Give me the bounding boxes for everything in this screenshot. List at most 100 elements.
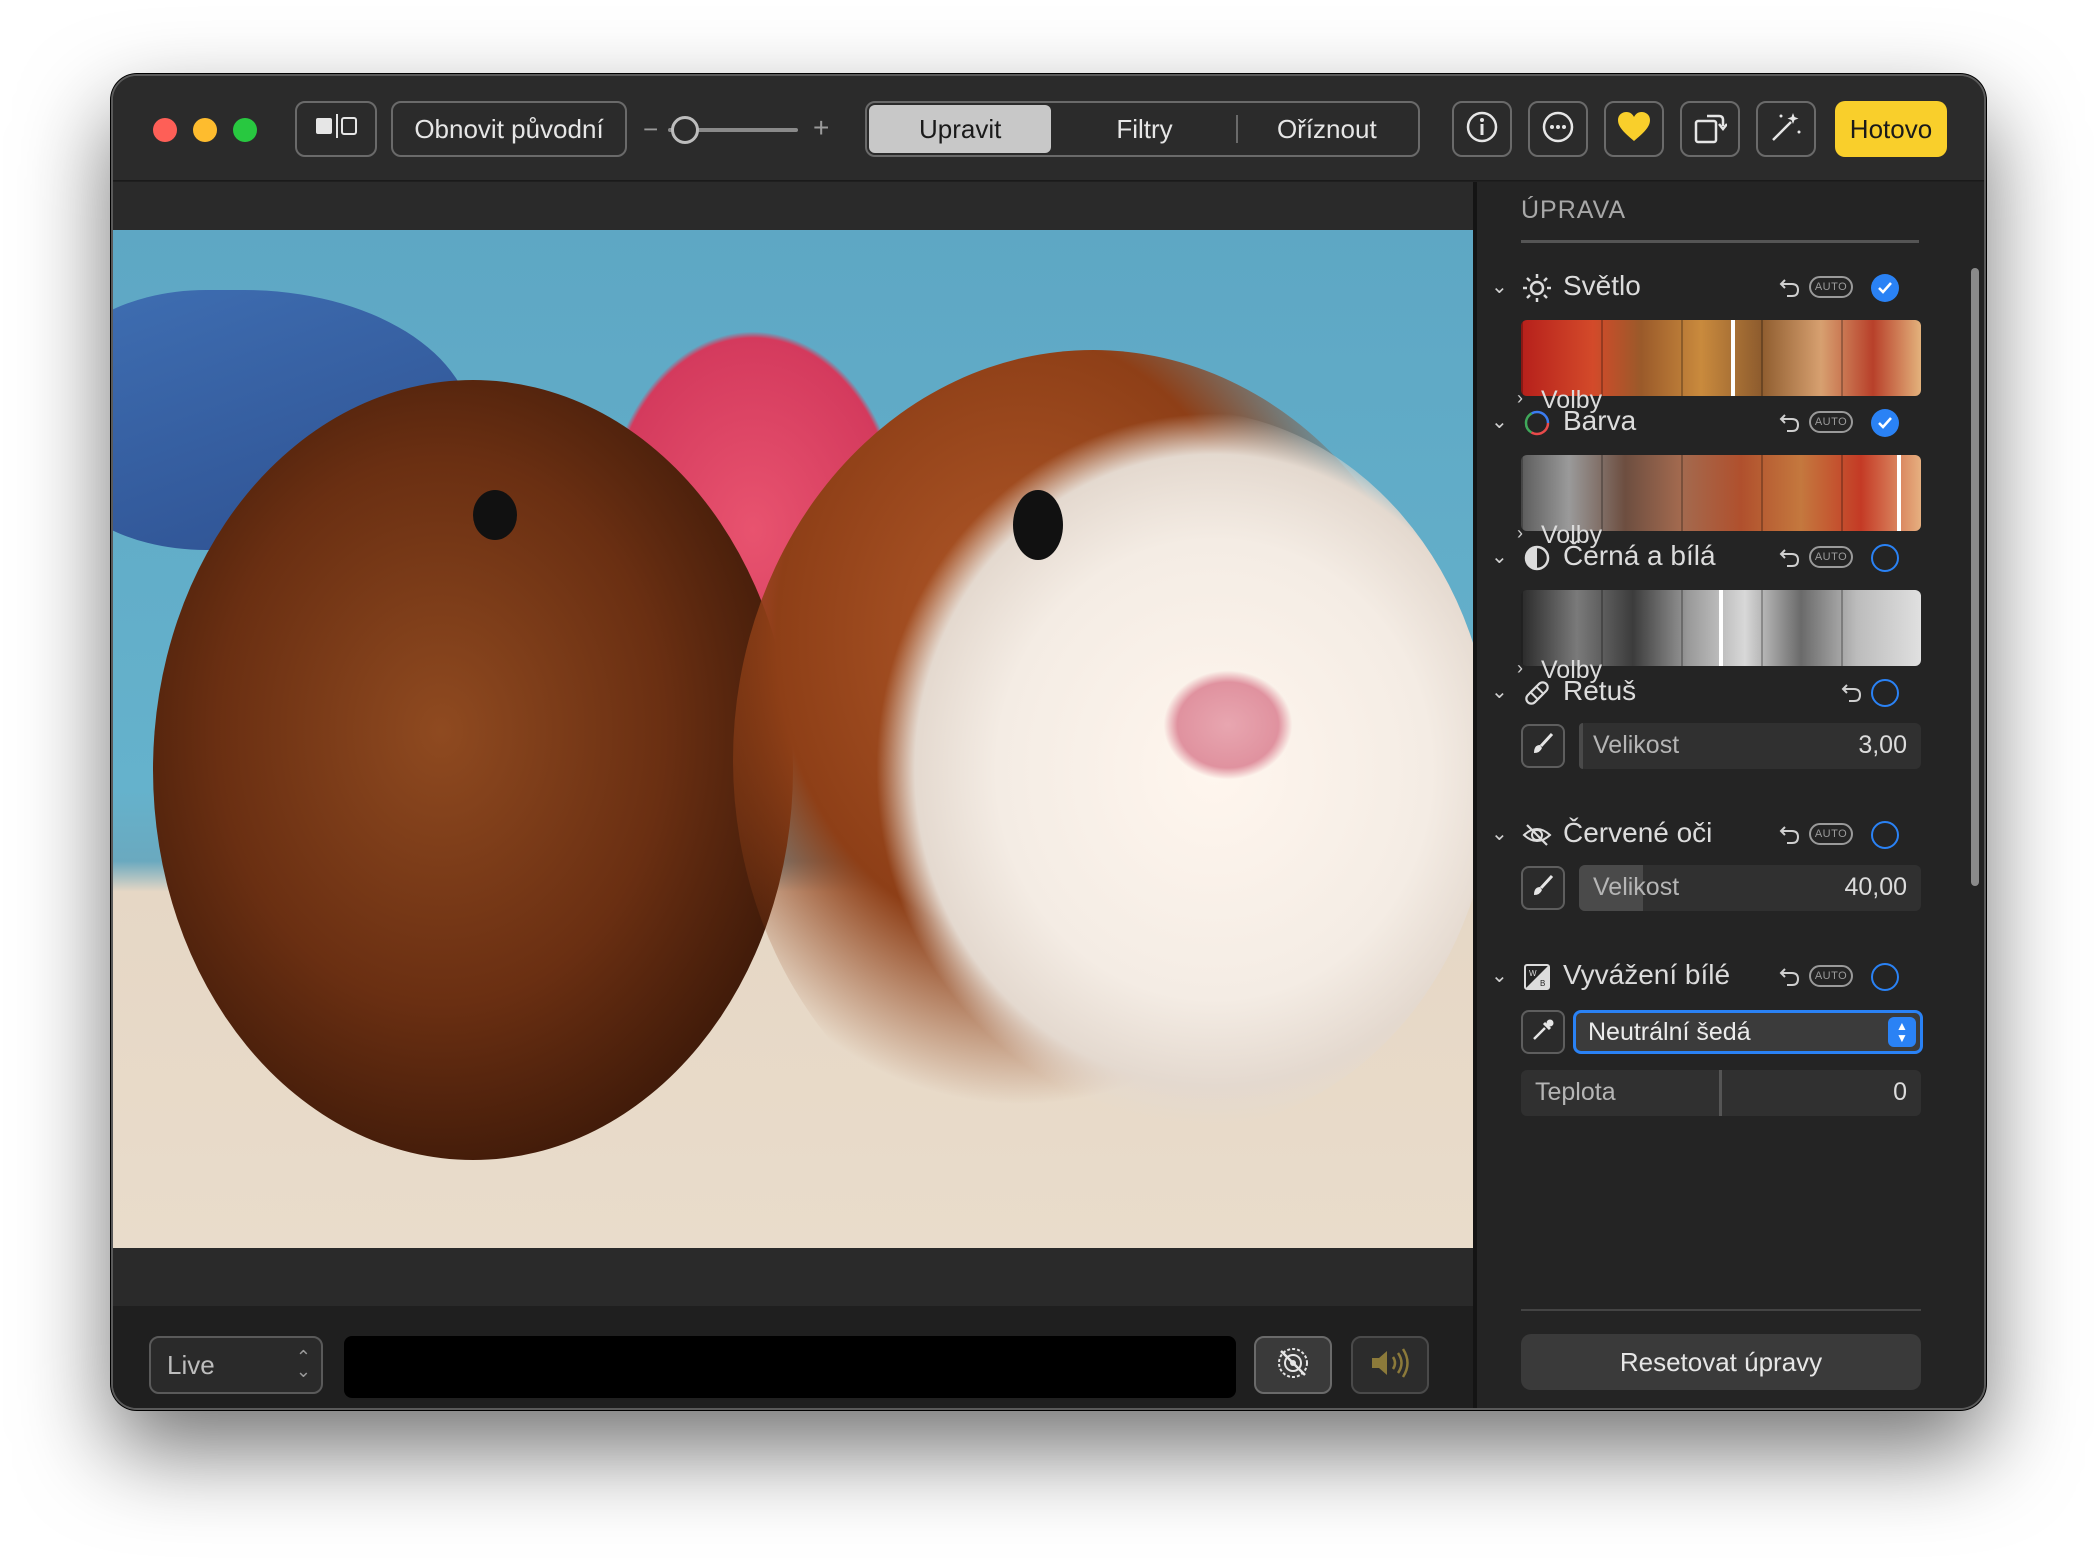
retouch-size-fill [1579,723,1583,769]
live-photo-bar: Live ⌃ ⌄ [113,1306,1473,1408]
live-off-button[interactable] [1254,1336,1332,1394]
redeye-brush-button[interactable] [1521,866,1565,910]
panel-title: ÚPRAVA [1521,196,1627,224]
panel-scrollbar[interactable] [1971,268,1979,886]
minimize-window-button[interactable] [193,118,217,142]
tab-adjust[interactable]: Upravit [869,105,1052,153]
chevron-updown-icon: ⌃ ⌄ [295,1347,311,1381]
zoom-window-button[interactable] [233,118,257,142]
eye-slash-icon [1521,819,1553,851]
section-retouch-toggle[interactable] [1871,679,1899,707]
color-preview-strip[interactable] [1521,455,1921,531]
panel-title-underline [1521,240,1919,243]
light-strip-handle[interactable] [1731,320,1735,396]
section-color-header[interactable]: ⌄ Barva AUTO [1487,403,1917,443]
bw-preview-strip[interactable] [1521,590,1921,666]
undo-icon[interactable] [1779,823,1801,850]
photo-guinea-pigs[interactable] [113,230,1473,1248]
color-strip-handle[interactable] [1897,455,1901,531]
undo-icon[interactable] [1779,546,1801,573]
zoom-out-label: − [643,114,659,144]
sound-button[interactable] [1351,1336,1429,1394]
favorite-button[interactable] [1604,101,1664,157]
tab-filters[interactable]: Filtry [1053,103,1235,155]
section-redeye-toggle[interactable] [1871,821,1899,849]
more-button[interactable] [1528,101,1588,157]
auto-button[interactable]: AUTO [1809,546,1853,568]
svg-text:W: W [1529,969,1537,978]
photos-edit-window: Obnovit původní − + Upravit Filtry Ořízn… [111,74,1986,1410]
zoom-slider-knob[interactable] [671,116,699,144]
tab-crop[interactable]: Oříznout [1235,103,1418,155]
checkmark-icon [1878,417,1892,429]
section-redeye-label: Červené oči [1563,817,1713,848]
photo-guinea-pig-brown [153,380,793,1160]
live-mode-select[interactable]: Live ⌃ ⌄ [149,1336,323,1394]
section-bw-label: Černá a bílá [1563,540,1716,571]
revert-original-button[interactable]: Obnovit původní [391,101,627,157]
retouch-size-slider[interactable]: Velikost 3,00 [1579,723,1921,769]
auto-button[interactable]: AUTO [1809,965,1853,987]
wb-mode-select[interactable]: Neutrální šedá ▲ ▼ [1573,1010,1923,1054]
section-bw-toggle[interactable] [1871,544,1899,572]
redeye-size-slider[interactable]: Velikost 40,00 [1579,865,1921,911]
retouch-brush-button[interactable] [1521,724,1565,768]
section-wb-header[interactable]: ⌄ WB Vyvážení bílé AUTO [1487,957,1917,997]
info-button[interactable] [1452,101,1512,157]
chevron-down-icon[interactable]: ⌄ [1491,963,1508,988]
done-button[interactable]: Hotovo [1835,101,1947,157]
undo-icon[interactable] [1779,965,1801,992]
eyedropper-icon [1530,1017,1556,1048]
section-light-header[interactable]: ⌄ Světlo AUTO [1487,268,1917,308]
section-wb-label: Vyvážení bílé [1563,959,1731,990]
temp-center-mark [1719,1070,1722,1116]
section-light-toggle[interactable] [1871,274,1899,302]
rotate-icon [1693,109,1728,150]
chevron-down-icon[interactable]: ⌄ [1491,274,1508,299]
more-icon [1541,110,1575,149]
wb-temperature-value: 0 [1893,1078,1907,1106]
svg-text:B: B [1540,979,1545,988]
light-preview-strip[interactable] [1521,320,1921,396]
chevron-down-icon[interactable]: ⌄ [1491,821,1508,846]
live-frame-strip[interactable] [344,1336,1236,1398]
wb-temperature-label: Teplota [1535,1078,1616,1106]
retouch-size-label: Velikost [1593,731,1680,759]
undo-icon[interactable] [1779,276,1801,303]
wb-mode-value: Neutrální šedá [1588,1018,1751,1046]
brush-icon [1530,873,1556,904]
undo-icon[interactable] [1779,411,1801,438]
chevron-down-icon[interactable]: ⌄ [1491,409,1508,434]
wb-eyedropper-button[interactable] [1521,1010,1565,1054]
undo-icon[interactable] [1841,681,1863,708]
section-color-toggle[interactable] [1871,409,1899,437]
magic-wand-icon [1769,110,1803,149]
checkmark-icon [1878,282,1892,294]
section-redeye-header[interactable]: ⌄ Červené oči AUTO [1487,815,1917,855]
retouch-size-value: 3,00 [1858,731,1907,759]
reset-adjustments-button[interactable]: Resetovat úpravy [1521,1334,1921,1390]
photo-eye-left [473,490,517,540]
close-window-button[interactable] [153,118,177,142]
mode-segmented-control: Upravit Filtry Oříznout [865,101,1420,157]
wb-temperature-slider[interactable]: Teplota 0 [1521,1070,1921,1116]
toolbar: Obnovit původní − + Upravit Filtry Ořízn… [113,76,1984,181]
photo-guinea-pig-white [873,410,1473,1130]
split-view-button[interactable] [295,101,377,157]
chevron-down-icon[interactable]: ⌄ [1491,544,1508,569]
auto-enhance-button[interactable] [1756,101,1816,157]
auto-button[interactable]: AUTO [1809,276,1853,298]
section-wb-toggle[interactable] [1871,963,1899,991]
rotate-button[interactable] [1680,101,1740,157]
auto-button[interactable]: AUTO [1809,411,1853,433]
bandage-icon [1521,677,1553,709]
chevron-down-icon[interactable]: ⌄ [1491,679,1508,704]
section-retouch-label: Retuš [1563,675,1637,706]
section-retouch-header[interactable]: ⌄ Retuš [1487,673,1917,713]
photo-nose [1163,670,1293,780]
section-bw-header[interactable]: ⌄ Černá a bílá AUTO [1487,538,1917,578]
photo-viewer: Live ⌃ ⌄ [113,182,1473,1408]
heart-icon [1616,111,1652,148]
bw-strip-handle[interactable] [1719,590,1723,666]
auto-button[interactable]: AUTO [1809,823,1853,845]
